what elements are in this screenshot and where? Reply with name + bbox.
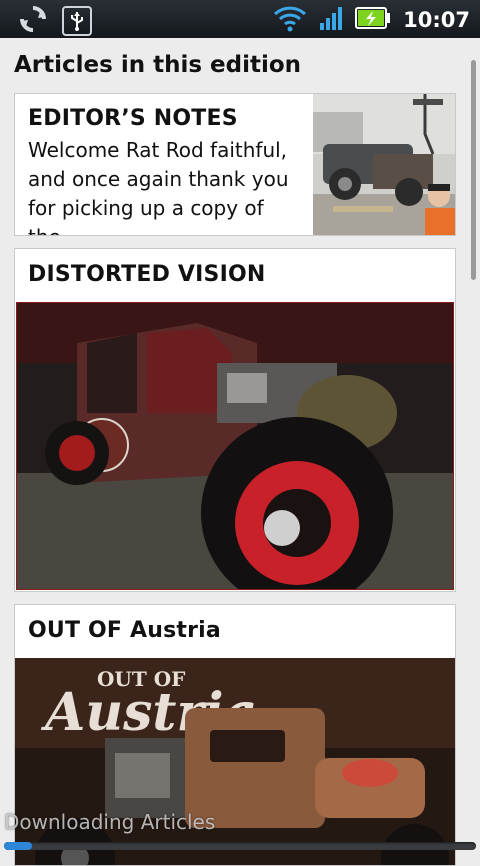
article-card-editors-notes[interactable]: EDITOR’S NOTES Welcome Rat Rod faithful,… [14, 93, 456, 236]
article-image: OUT OF Austria [15, 658, 455, 865]
article-image [16, 302, 454, 590]
article-thumbnail [313, 94, 455, 235]
scrollbar[interactable] [471, 60, 476, 280]
battery-charging-icon [355, 7, 391, 33]
download-status-text: Downloading Articles [4, 810, 216, 834]
download-progress-fill [4, 842, 33, 850]
signal-icon [319, 5, 343, 35]
usb-icon [62, 6, 92, 36]
article-excerpt: Welcome Rat Rod faithful, and once again… [28, 136, 300, 235]
article-card-distorted-vision[interactable]: DISTORTED VISION [14, 248, 456, 592]
article-title: EDITOR’S NOTES [28, 106, 238, 131]
article-title: OUT OF Austria [28, 618, 221, 643]
excerpt-line: and once again thank you [28, 167, 289, 191]
excerpt-line: for picking up a copy of the [28, 196, 264, 235]
status-bar: 10:07 [0, 0, 480, 38]
article-title: DISTORTED VISION [28, 262, 266, 287]
section-title: Articles in this edition [14, 52, 302, 78]
sync-icon [18, 4, 48, 38]
download-progress-bar [4, 842, 476, 850]
wifi-icon [273, 4, 307, 36]
excerpt-line: Welcome Rat Rod faithful, [28, 138, 288, 162]
clock: 10:07 [403, 8, 470, 32]
